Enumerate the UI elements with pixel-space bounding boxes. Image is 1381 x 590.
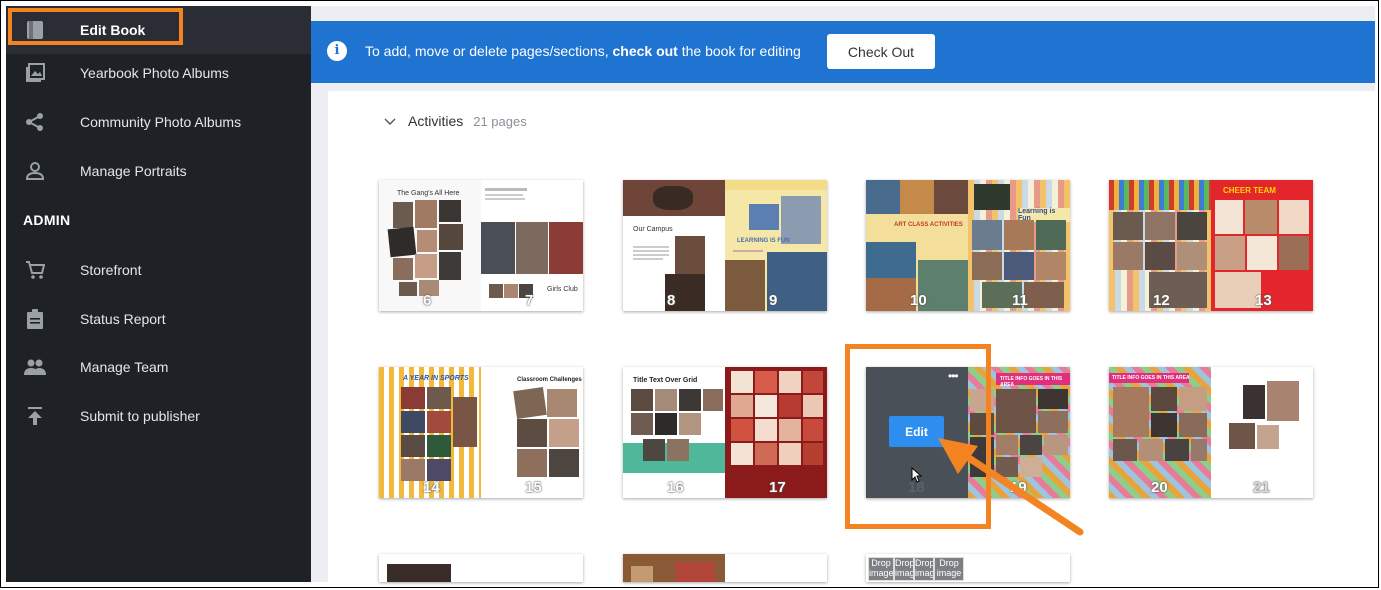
sidebar-item-label: Submit to publisher <box>80 408 200 424</box>
pointer-arrow-icon <box>938 438 1084 536</box>
sidebar-item-submit-to-publisher[interactable]: Submit to publisher <box>6 392 311 440</box>
page-13[interactable]: CHEER TEAM 13 <box>1211 180 1313 311</box>
admin-heading: ADMIN <box>23 212 71 228</box>
sidebar-item-label: Manage Team <box>80 359 169 375</box>
sidebar-item-label: Manage Portraits <box>80 163 187 179</box>
team-icon <box>24 356 46 378</box>
page-number: 17 <box>769 479 786 496</box>
chevron-down-icon <box>384 118 396 125</box>
clipboard-icon <box>24 308 46 330</box>
page-title-text: The Gang's All Here <box>397 190 460 197</box>
sidebar-item-label: Storefront <box>80 262 142 278</box>
page-number: 16 <box>667 479 684 496</box>
sidebar-item-label: Community Photo Albums <box>80 114 242 130</box>
page-spread-8-9[interactable]: Our Campus 8 LEARNING IS FUN 9 <box>623 180 827 311</box>
info-icon: i <box>327 41 347 61</box>
section-header[interactable]: Activities 21 pages <box>384 113 527 129</box>
check-out-button[interactable]: Check Out <box>827 34 935 69</box>
page-caption-text: Girls Club <box>547 286 578 293</box>
page-title-text: ART CLASS ACTIVITIES <box>894 222 963 228</box>
page-number: 12 <box>1153 292 1170 309</box>
page-15[interactable]: Classroom Challenges 15 <box>481 367 583 498</box>
page-title-text: Our Campus <box>633 226 673 233</box>
page-7[interactable]: Girls Club 7 <box>481 180 583 311</box>
banner-message-prefix: To add, move or delete pages/sections, <box>365 43 613 59</box>
person-icon <box>24 160 46 182</box>
page-spread-partial-3[interactable]: Drop image Drop image Drop image Drop im… <box>866 554 1070 582</box>
page-spread-16-17[interactable]: Title Text Over Grid 16 17 <box>623 367 827 498</box>
sidebar-item-community-photo-albums[interactable]: Community Photo Albums <box>6 98 311 146</box>
page-number: 14 <box>423 479 440 496</box>
page-number: 8 <box>667 292 676 309</box>
checkout-banner: i To add, move or delete pages/sections,… <box>311 21 1375 83</box>
sidebar-item-manage-portraits[interactable]: Manage Portraits <box>6 147 311 195</box>
page-spread-partial-1[interactable] <box>379 554 583 582</box>
page-number: 7 <box>525 292 534 309</box>
photo-album-icon <box>24 62 46 84</box>
page-spread-14-15[interactable]: A YEAR IN SPORTS 14 Classroom Challenges… <box>379 367 583 498</box>
drop-image-placeholder[interactable]: Drop image <box>894 557 914 581</box>
page-11[interactable]: Learning is Fun 11 <box>968 180 1070 311</box>
drop-image-placeholder[interactable]: Drop image <box>868 557 894 581</box>
sidebar: Edit Book Yearbook Photo Albums Communit… <box>6 6 311 582</box>
sidebar-item-yearbook-photo-albums[interactable]: Yearbook Photo Albums <box>6 49 311 97</box>
page-14[interactable]: A YEAR IN SPORTS 14 <box>379 367 481 498</box>
cart-icon <box>24 259 46 281</box>
page-spread-12-13[interactable]: 12 CHEER TEAM 13 <box>1109 180 1313 311</box>
page-9[interactable]: LEARNING IS FUN 9 <box>725 180 827 311</box>
page-number: 20 <box>1151 479 1168 496</box>
page-number: 10 <box>910 292 927 309</box>
section-title: Activities <box>408 113 464 129</box>
page-10[interactable]: ART CLASS ACTIVITIES 10 <box>866 180 968 311</box>
page-caption-text: CHEER TEAM <box>1223 186 1276 195</box>
page-number: 15 <box>525 479 542 496</box>
page-spread-6-7[interactable]: The Gang's All Here 6 Girls Club 7 <box>379 180 583 311</box>
sidebar-item-manage-team[interactable]: Manage Team <box>6 343 311 391</box>
page-12[interactable]: 12 <box>1109 180 1211 311</box>
drop-image-placeholder[interactable]: Drop image <box>934 557 964 581</box>
upload-icon <box>24 405 46 427</box>
edit-book-highlight <box>8 8 183 45</box>
page-number: 13 <box>1255 292 1272 309</box>
page-spread-10-11[interactable]: ART CLASS ACTIVITIES 10 Learning is Fun … <box>866 180 1070 311</box>
page-title-text: Title Text Over Grid <box>633 377 698 384</box>
share-icon <box>24 111 46 133</box>
page-caption-text: TITLE INFO GOES IN THIS AREA <box>1000 376 1063 388</box>
banner-message-bold: check out <box>612 43 678 59</box>
page-number: 9 <box>769 292 778 309</box>
page-16[interactable]: Title Text Over Grid 16 <box>623 367 725 498</box>
page-number: 6 <box>423 292 432 309</box>
sidebar-item-storefront[interactable]: Storefront <box>6 246 311 294</box>
sidebar-item-label: Status Report <box>80 311 166 327</box>
page-title-text: TITLE INFO GOES IN THIS AREA <box>1112 375 1190 381</box>
sidebar-item-label: Yearbook Photo Albums <box>80 65 229 81</box>
page-caption-text: Classroom Challenges <box>517 377 582 383</box>
drop-image-placeholder[interactable]: Drop image <box>914 557 934 581</box>
page-number: 11 <box>1012 292 1028 309</box>
page-6[interactable]: The Gang's All Here 6 <box>379 180 481 311</box>
page-8[interactable]: Our Campus 8 <box>623 180 725 311</box>
page-20[interactable]: TITLE INFO GOES IN THIS AREA 20 <box>1109 367 1211 498</box>
page-spread-partial-2[interactable] <box>623 554 827 582</box>
page-title-text: A YEAR IN SPORTS <box>403 375 469 382</box>
sidebar-item-status-report[interactable]: Status Report <box>6 295 311 343</box>
section-page-count: 21 pages <box>473 113 527 129</box>
page-spread-20-21[interactable]: TITLE INFO GOES IN THIS AREA 20 21 <box>1109 367 1313 498</box>
page-caption-text: LEARNING IS FUN <box>737 238 790 244</box>
page-21[interactable]: 21 <box>1211 367 1313 498</box>
page-17[interactable]: 17 <box>725 367 827 498</box>
page-number: 21 <box>1253 479 1270 496</box>
banner-message: To add, move or delete pages/sections, c… <box>365 43 801 59</box>
banner-message-suffix: the book for editing <box>677 43 801 59</box>
